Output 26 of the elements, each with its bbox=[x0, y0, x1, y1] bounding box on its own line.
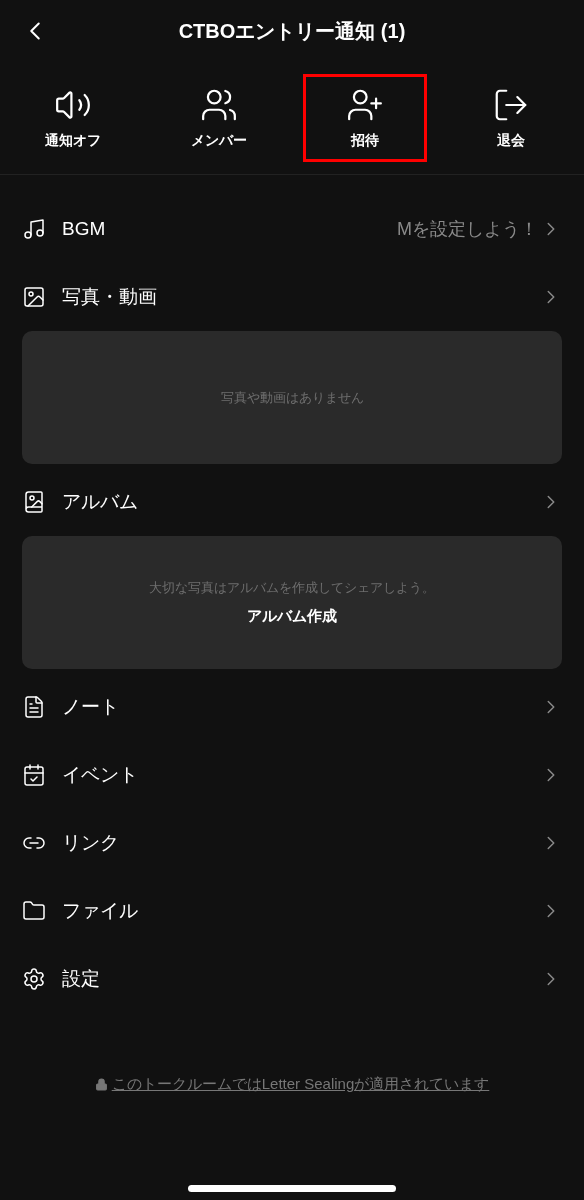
settings-icon bbox=[22, 967, 46, 991]
letter-sealing-link[interactable]: このトークルームではLetter Sealingが適用されています bbox=[111, 1073, 490, 1096]
create-album-link[interactable]: アルバム作成 bbox=[247, 605, 337, 628]
card-message: 写真や動画はありません bbox=[220, 388, 364, 407]
action-button[interactable]: メンバー bbox=[157, 74, 281, 162]
menu-row[interactable]: アルバム bbox=[22, 468, 562, 536]
album-icon bbox=[22, 490, 46, 514]
menu-row[interactable]: ノート bbox=[22, 673, 562, 741]
menu-row[interactable]: リンク bbox=[22, 809, 562, 877]
window-title: CTBOエントリー通知 (1) bbox=[178, 19, 406, 44]
action-button[interactable]: 招待 bbox=[303, 74, 427, 162]
menu-row[interactable]: 写真・動画 bbox=[22, 263, 562, 331]
note-icon bbox=[22, 695, 46, 719]
menu-row[interactable]: イベント bbox=[22, 741, 562, 809]
music-note-icon bbox=[22, 217, 46, 241]
menu-row[interactable]: 設定 bbox=[22, 945, 562, 1013]
image-icon bbox=[22, 285, 46, 309]
menu-row[interactable]: ファイル bbox=[22, 877, 562, 945]
action-button[interactable]: 退会 bbox=[449, 74, 573, 162]
lock-icon bbox=[94, 1077, 108, 1091]
card-message: 大切な写真はアルバムを作成してシェアしよう。 bbox=[149, 578, 435, 597]
action-button[interactable]: 通知オフ bbox=[11, 74, 135, 162]
menu-row[interactable]: BGM Mを設定しよう！ bbox=[22, 195, 562, 263]
row-value: Mを設定しよう！ bbox=[397, 217, 538, 241]
calendar-icon bbox=[22, 763, 46, 787]
folder-icon bbox=[22, 899, 46, 923]
